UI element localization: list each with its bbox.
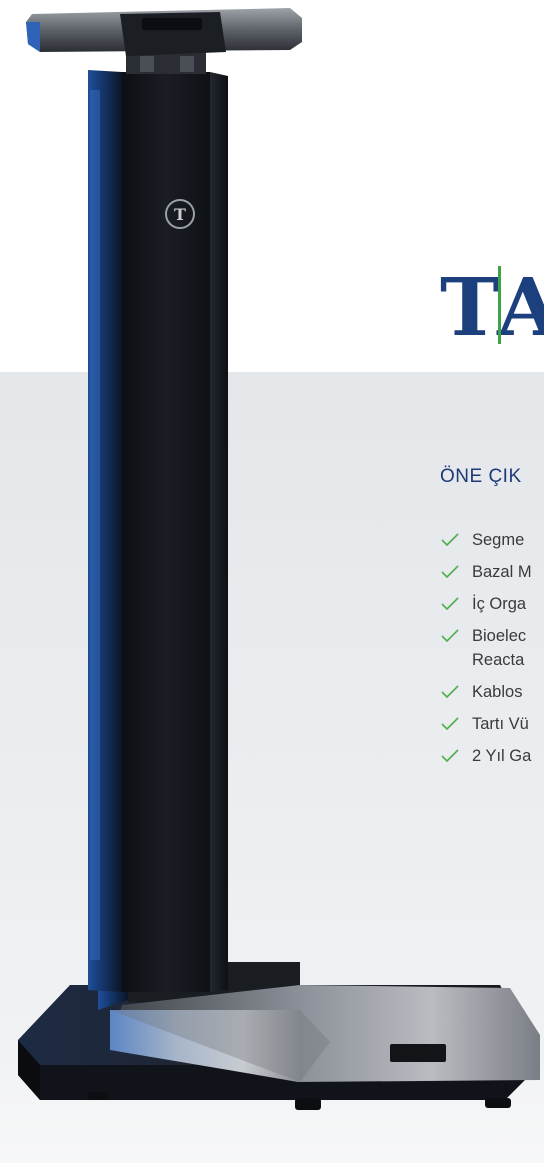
feature-label: Segme <box>472 531 525 549</box>
check-icon <box>441 629 459 643</box>
feature-item: Kablos <box>440 680 544 704</box>
feature-item: Segme <box>440 528 544 552</box>
feature-label: Bazal M <box>472 563 532 581</box>
feature-item: Tartı Vü <box>440 712 544 736</box>
brand-name: TA <box>440 260 544 354</box>
check-icon <box>441 685 459 699</box>
check-icon <box>441 749 459 763</box>
brand-accent-bar <box>498 266 501 344</box>
features-list: Segme Bazal M İç Orga Bioelec Reacta Kab… <box>440 528 544 776</box>
check-icon <box>441 717 459 731</box>
column-logo-mark: T <box>174 205 186 224</box>
brand-logo: TA <box>440 262 544 352</box>
feature-item: 2 Yıl Ga <box>440 744 544 768</box>
features-title: ÖNE ÇIK <box>440 466 522 487</box>
check-icon <box>441 597 459 611</box>
feature-item: Bioelec Reacta <box>440 624 544 672</box>
feature-label: İç Orga <box>472 595 527 613</box>
feature-label: Tartı Vü <box>472 715 529 733</box>
feature-label: Kablos <box>472 683 523 701</box>
product-page: T TA ÖNE ÇIK Segme Bazal M İç Orga Bioel… <box>0 0 544 1163</box>
check-icon <box>441 565 459 579</box>
feature-label: Bioelec <box>472 627 527 645</box>
feature-label-continued: Reacta <box>472 651 525 669</box>
check-icon <box>441 533 459 547</box>
feature-item: İç Orga <box>440 592 544 616</box>
feature-label: 2 Yıl Ga <box>472 747 532 765</box>
feature-item: Bazal M <box>440 560 544 584</box>
